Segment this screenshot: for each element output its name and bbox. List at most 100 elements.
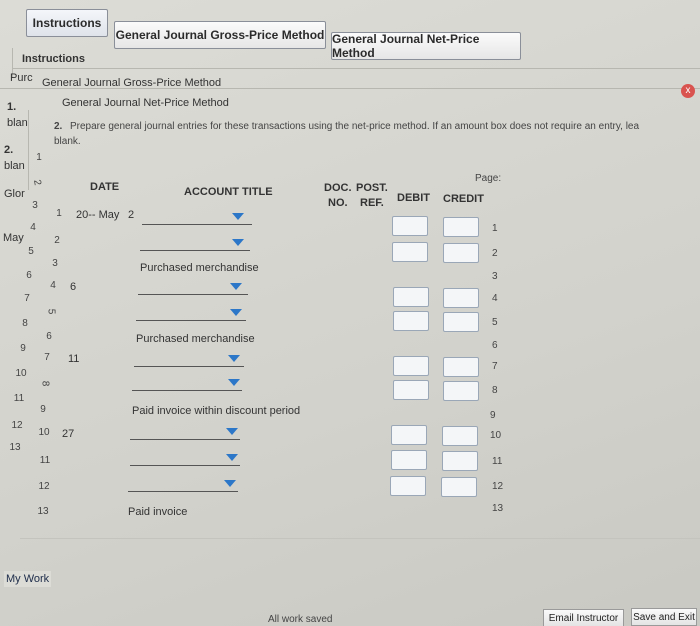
left-fragment: blan — [4, 160, 25, 172]
chevron-down-icon[interactable] — [226, 428, 238, 435]
account-dropdown[interactable] — [134, 366, 244, 367]
left-fragment: 1. — [7, 101, 17, 113]
row-number: 7 — [44, 352, 50, 363]
header-post: POST. — [356, 182, 388, 194]
row-number: 2 — [54, 235, 60, 246]
debit-input[interactable] — [392, 216, 428, 236]
row-number: 1 — [56, 208, 62, 219]
panel-title: Instructions — [22, 53, 85, 65]
save-status: All work saved — [268, 614, 333, 625]
debit-input[interactable] — [393, 287, 429, 307]
behind-number: 13 — [9, 442, 21, 453]
chevron-down-icon[interactable] — [226, 454, 238, 461]
menu-item-gross[interactable]: General Journal Gross-Price Method — [42, 77, 221, 89]
chevron-down-icon[interactable] — [230, 309, 242, 316]
chevron-down-icon[interactable] — [232, 239, 244, 246]
email-instructor-button[interactable]: Email Instructor — [543, 609, 624, 626]
credit-input[interactable] — [443, 312, 479, 332]
left-fragment: Purc — [10, 72, 33, 84]
row-day: 6 — [70, 281, 77, 293]
chevron-down-icon[interactable] — [228, 379, 240, 386]
account-dropdown[interactable] — [142, 224, 252, 225]
debit-input[interactable] — [393, 380, 429, 400]
row-number: 12 — [38, 481, 50, 492]
credit-input[interactable] — [443, 288, 479, 308]
behind-number: 7 — [24, 293, 30, 304]
credit-input[interactable] — [442, 451, 478, 471]
account-dropdown[interactable] — [136, 320, 246, 321]
row-number: 8 — [39, 380, 51, 387]
row-number: 9 — [40, 404, 46, 415]
header-doc: DOC. — [324, 182, 352, 194]
account-dropdown[interactable] — [128, 491, 238, 492]
row-number-right: 7 — [492, 361, 498, 372]
header-doc-no: NO. — [328, 197, 348, 209]
behind-number: 12 — [11, 420, 23, 431]
credit-input[interactable] — [441, 477, 477, 497]
chevron-down-icon[interactable] — [232, 213, 244, 220]
debit-input[interactable] — [393, 311, 429, 331]
account-dropdown[interactable] — [132, 390, 242, 391]
behind-number: 1 — [36, 152, 42, 163]
row-number-right: 4 — [492, 293, 498, 304]
debit-input[interactable] — [391, 450, 427, 470]
chevron-down-icon[interactable] — [230, 283, 242, 290]
menu-item-net[interactable]: General Journal Net-Price Method — [62, 97, 229, 109]
header-debit: DEBIT — [397, 192, 430, 204]
row-number-right: 8 — [492, 385, 498, 396]
chevron-down-icon[interactable] — [228, 355, 240, 362]
left-fragment: May — [3, 232, 24, 244]
header-credit: CREDIT — [443, 193, 484, 205]
behind-number: 6 — [26, 270, 32, 281]
account-dropdown[interactable] — [138, 294, 248, 295]
behind-number: 4 — [30, 222, 36, 233]
header-account: ACCOUNT TITLE — [184, 186, 273, 198]
row-number-right: 3 — [492, 271, 498, 282]
behind-number: 3 — [32, 200, 38, 211]
credit-input[interactable] — [442, 426, 478, 446]
row-number-right: 11 — [492, 456, 503, 467]
row-number: 10 — [38, 427, 50, 438]
panel-divider — [12, 68, 700, 69]
debit-input[interactable] — [393, 356, 429, 376]
row-day: 27 — [62, 428, 75, 440]
row-number-right: 2 — [492, 248, 498, 259]
date-year: 20-- May — [76, 209, 120, 221]
account-title: Paid invoice within discount period — [132, 405, 301, 417]
instruction-text-cont: blank. — [54, 136, 81, 147]
row-number-right: 1 — [492, 223, 498, 234]
row-number-right: 6 — [492, 340, 498, 351]
account-dropdown[interactable] — [130, 465, 240, 466]
credit-input[interactable] — [443, 381, 479, 401]
behind-number: 2 — [31, 178, 43, 187]
row-day: 2 — [128, 209, 135, 221]
row-number: 4 — [50, 280, 56, 291]
account-dropdown[interactable] — [130, 439, 240, 440]
left-fragment: Glor — [4, 188, 25, 200]
debit-input[interactable] — [390, 476, 426, 496]
header-date: DATE — [90, 181, 120, 193]
close-icon[interactable]: x — [681, 84, 695, 98]
left-fragment: blan — [7, 117, 28, 129]
debit-input[interactable] — [391, 425, 427, 445]
credit-input[interactable] — [443, 243, 479, 263]
row-number-right: 9 — [490, 410, 496, 421]
credit-input[interactable] — [443, 357, 479, 377]
credit-input[interactable] — [443, 217, 479, 237]
save-and-exit-button[interactable]: Save and Exit — [631, 608, 697, 626]
account-title: Paid invoice — [128, 506, 188, 518]
account-dropdown[interactable] — [140, 250, 250, 251]
tab-gross-price[interactable]: General Journal Gross-Price Method — [114, 21, 326, 49]
bottom-divider — [20, 538, 700, 539]
row-day: 11 — [68, 353, 80, 365]
my-work-link[interactable]: My Work — [4, 571, 52, 587]
instruction-number: 2. — [54, 121, 63, 132]
behind-number: 8 — [22, 318, 28, 329]
tab-net-price[interactable]: General Journal Net-Price Method — [331, 32, 521, 60]
row-number-right: 5 — [492, 317, 498, 328]
page-label: Page: — [475, 173, 502, 184]
tab-instructions[interactable]: Instructions — [26, 9, 108, 37]
header-post-ref: REF. — [360, 197, 384, 209]
debit-input[interactable] — [392, 242, 428, 262]
chevron-down-icon[interactable] — [224, 480, 236, 487]
